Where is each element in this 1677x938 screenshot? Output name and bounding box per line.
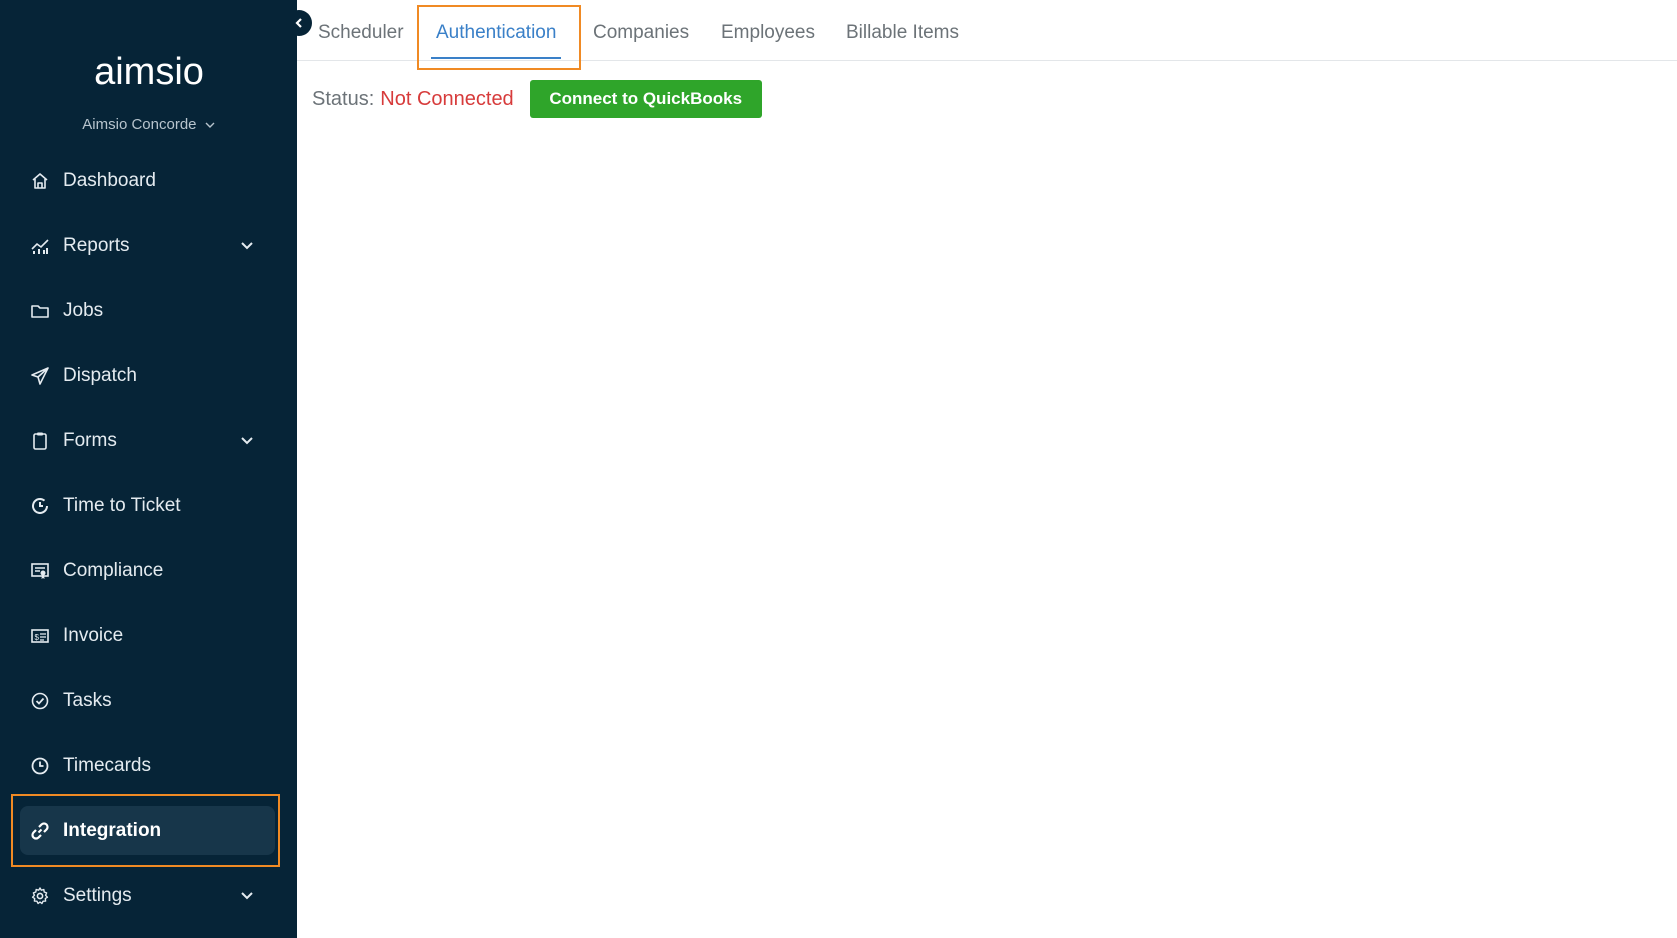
sidebar-item-reports[interactable]: Reports bbox=[0, 213, 297, 278]
tab-companies[interactable]: Companies bbox=[593, 22, 689, 44]
sidebar: aimsio Aimsio Concorde Dashboard Reports… bbox=[0, 0, 297, 938]
chevron-down-icon[interactable] bbox=[239, 238, 255, 254]
sidebar-item-timecards[interactable]: Timecards bbox=[0, 733, 297, 798]
sidebar-item-integration[interactable]: Integration bbox=[0, 798, 297, 863]
clipboard-icon bbox=[30, 431, 50, 451]
sidebar-item-label: Dashboard bbox=[63, 169, 156, 191]
sidebar-nav: Dashboard Reports Jobs Dispatch Forms Ti… bbox=[0, 148, 297, 928]
chevron-down-icon[interactable] bbox=[239, 888, 255, 904]
sidebar-item-label: Timecards bbox=[63, 754, 151, 776]
org-name: Aimsio Concorde bbox=[82, 116, 197, 133]
sidebar-item-label: Time to Ticket bbox=[63, 494, 181, 516]
tab-scheduler[interactable]: Scheduler bbox=[318, 22, 404, 44]
sidebar-item-compliance[interactable]: Compliance bbox=[0, 538, 297, 603]
paper-plane-icon bbox=[30, 366, 50, 386]
connect-quickbooks-button[interactable]: Connect to QuickBooks bbox=[529, 80, 762, 118]
sidebar-item-label: Jobs bbox=[63, 299, 104, 321]
sidebar-item-dispatch[interactable]: Dispatch bbox=[0, 343, 297, 408]
sidebar-item-label: Reports bbox=[63, 234, 130, 256]
status-value: Not Connected bbox=[380, 87, 514, 110]
sidebar-item-settings[interactable]: Settings bbox=[0, 863, 297, 928]
aimsio-logo: aimsio bbox=[0, 52, 297, 97]
sidebar-item-invoice[interactable]: $ Invoice bbox=[0, 603, 297, 668]
certificate-icon bbox=[30, 561, 50, 581]
collapse-sidebar-button[interactable] bbox=[286, 10, 312, 36]
gear-icon bbox=[30, 886, 50, 906]
chevron-down-icon bbox=[205, 122, 215, 129]
app-window: aimsio Aimsio Concorde Dashboard Reports… bbox=[0, 0, 1677, 938]
clock-icon bbox=[30, 756, 50, 776]
status-label: Status: bbox=[312, 87, 375, 110]
sidebar-item-label: Dispatch bbox=[63, 364, 137, 386]
tab-billable-items[interactable]: Billable Items bbox=[846, 22, 959, 44]
org-switcher[interactable]: Aimsio Concorde bbox=[0, 116, 297, 133]
sidebar-item-label: Compliance bbox=[63, 559, 164, 581]
sidebar-item-label: Integration bbox=[63, 819, 162, 841]
svg-text:$: $ bbox=[35, 633, 40, 642]
home-icon bbox=[30, 171, 50, 191]
active-tab-underline bbox=[431, 57, 561, 59]
svg-text:aimsio: aimsio bbox=[94, 52, 204, 92]
sidebar-item-label: Tasks bbox=[63, 689, 112, 711]
sidebar-item-time-to-ticket[interactable]: Time to Ticket bbox=[0, 473, 297, 538]
folder-icon bbox=[30, 301, 50, 321]
sidebar-item-dashboard[interactable]: Dashboard bbox=[0, 148, 297, 213]
sidebar-item-label: Settings bbox=[63, 884, 132, 906]
sidebar-item-label: Invoice bbox=[63, 624, 124, 646]
chart-icon bbox=[30, 236, 50, 256]
sidebar-item-forms[interactable]: Forms bbox=[0, 408, 297, 473]
status-row: Status: Not Connected Connect to QuickBo… bbox=[312, 80, 762, 118]
clock-arrow-icon bbox=[30, 496, 50, 516]
sidebar-item-jobs[interactable]: Jobs bbox=[0, 278, 297, 343]
tab-authentication[interactable]: Authentication bbox=[436, 22, 556, 44]
link-icon bbox=[30, 821, 50, 841]
tab-bar: Scheduler Authentication Companies Emplo… bbox=[297, 0, 1677, 70]
sidebar-item-tasks[interactable]: Tasks bbox=[0, 668, 297, 733]
logo-wordmark: aimsio bbox=[94, 52, 204, 92]
check-circle-icon bbox=[30, 691, 50, 711]
tab-employees[interactable]: Employees bbox=[721, 22, 815, 44]
chevron-down-icon[interactable] bbox=[239, 433, 255, 449]
invoice-icon: $ bbox=[30, 626, 50, 646]
main-content: Scheduler Authentication Companies Emplo… bbox=[297, 0, 1677, 938]
sidebar-item-label: Forms bbox=[63, 429, 117, 451]
chevron-left-icon bbox=[295, 18, 302, 28]
